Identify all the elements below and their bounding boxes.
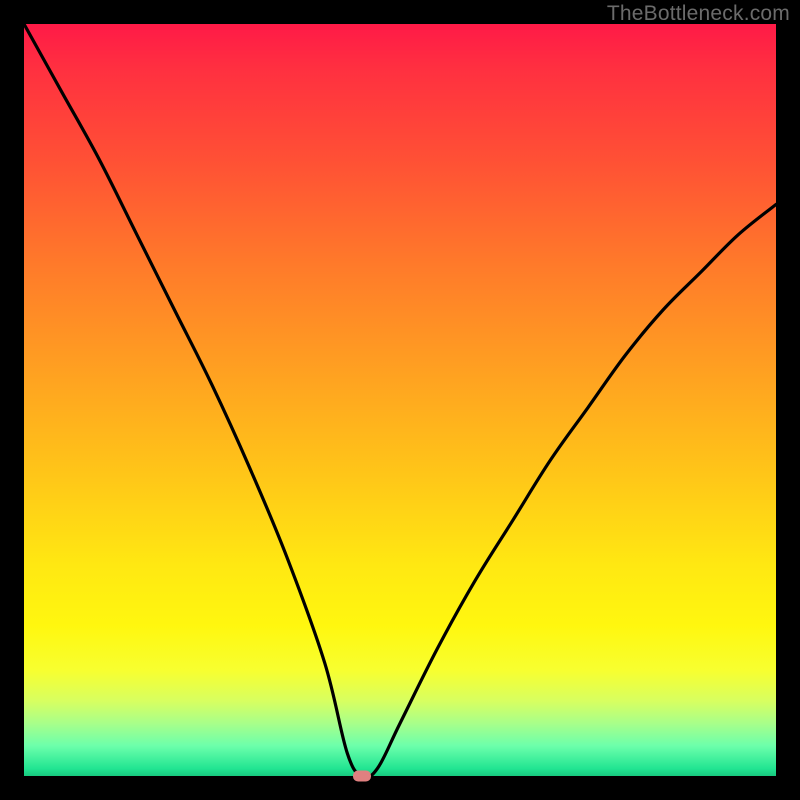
plot-area <box>24 24 776 776</box>
optimal-point-marker <box>353 771 371 782</box>
chart-frame: TheBottleneck.com <box>0 0 800 800</box>
curve-svg <box>24 24 776 776</box>
watermark-text: TheBottleneck.com <box>607 2 790 26</box>
bottleneck-curve <box>24 24 776 776</box>
